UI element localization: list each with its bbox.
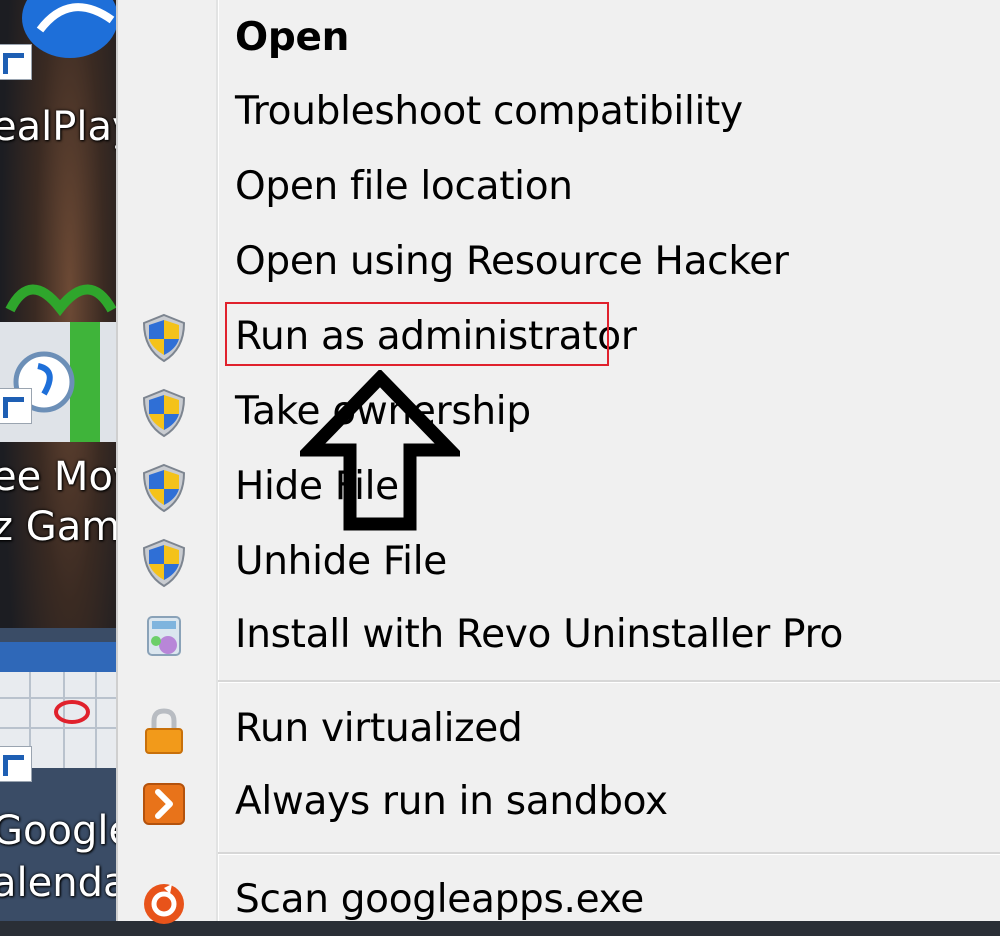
context-menu: Open Troubleshoot compatibility Open fil… (116, 0, 1000, 924)
menu-item-label: Run as administrator (235, 314, 637, 359)
menu-item-label: Run virtualized (235, 706, 523, 751)
desktop-icon-label: z Game (0, 504, 116, 550)
menu-separator (218, 680, 1000, 683)
uac-shield-icon (142, 538, 186, 588)
desktop-icon-label: ealPlay (0, 104, 116, 150)
antivirus-scan-icon (144, 884, 184, 924)
menu-item-install-with-revo-uninstaller[interactable]: Install with Revo Uninstaller Pro (118, 599, 1000, 671)
menu-item-label: Open file location (235, 164, 573, 209)
desktop-icon-realplayer[interactable]: ealPlay (0, 0, 116, 150)
menu-item-troubleshoot-compatibility[interactable]: Troubleshoot compatibility (118, 76, 1000, 148)
menu-separator (218, 852, 1000, 855)
menu-item-always-run-in-sandbox[interactable]: Always run in sandbox (118, 766, 1000, 838)
menu-item-open-file-location[interactable]: Open file location (118, 151, 1000, 223)
desktop-icon-free-movie-games[interactable]: ee Mov z Game (0, 270, 116, 570)
desktop-icon-label: ee Mov (0, 454, 116, 500)
shortcut-arrow-icon (0, 746, 32, 782)
shortcut-arrow-icon (0, 388, 32, 424)
menu-item-scan-file[interactable]: Scan googleapps.exe (118, 864, 1000, 936)
menu-item-label: Unhide File (235, 539, 447, 584)
menu-item-label: Open using Resource Hacker (235, 239, 789, 284)
menu-item-run-as-administrator[interactable]: Run as administrator (118, 301, 1000, 373)
desktop-icon-label: alenda (0, 860, 116, 906)
desktop-background: ealPlay ee Mov z Game G (0, 0, 116, 921)
lock-icon (145, 708, 183, 754)
menu-item-label: Troubleshoot compatibility (235, 89, 743, 134)
uac-shield-icon (142, 388, 186, 438)
menu-item-run-virtualized[interactable]: Run virtualized (118, 693, 1000, 765)
sandbox-arrow-icon (143, 783, 185, 825)
desktop-icon-google-calendar[interactable]: Google alenda (0, 628, 116, 921)
menu-item-label: Open (235, 15, 350, 60)
menu-item-open[interactable]: Open (118, 2, 1000, 74)
up-arrow-outline-icon (300, 370, 460, 531)
shortcut-arrow-icon (0, 44, 32, 80)
revo-uninstaller-icon (147, 616, 181, 656)
menu-item-take-ownership[interactable]: Take ownership (118, 376, 1000, 448)
uac-shield-icon (142, 313, 186, 363)
menu-item-label: Always run in sandbox (235, 779, 668, 824)
menu-item-label: Scan googleapps.exe (235, 877, 644, 922)
menu-item-open-using-resource-hacker[interactable]: Open using Resource Hacker (118, 226, 1000, 298)
uac-shield-icon (142, 463, 186, 513)
desktop-icon-label: Google (0, 808, 116, 854)
menu-item-label: Install with Revo Uninstaller Pro (235, 612, 844, 657)
menu-item-hide-file[interactable]: Hide File (118, 451, 1000, 523)
menu-item-unhide-file[interactable]: Unhide File (118, 526, 1000, 598)
